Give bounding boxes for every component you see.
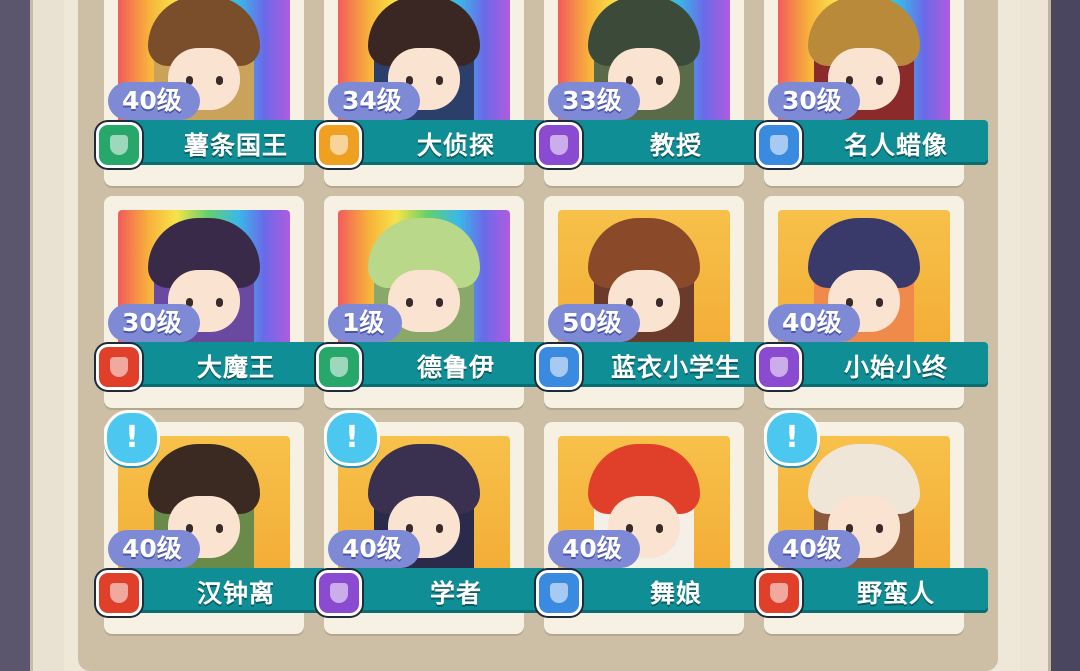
name-banner: 名人蜡像 <box>776 120 988 162</box>
exclamation-bubble-icon[interactable]: ! <box>324 410 380 466</box>
character-card[interactable]: 小始小终 40级 <box>756 196 988 408</box>
character-name: 大侦探 <box>416 131 495 160</box>
character-card[interactable]: 教授 33级 <box>536 0 768 186</box>
character-card[interactable]: 德鲁伊 1级 <box>316 196 548 408</box>
character-name: 野蛮人 <box>856 579 935 608</box>
badge-emblem <box>330 583 348 603</box>
name-banner: 大魔王 <box>116 342 328 384</box>
name-banner: 汉钟离 <box>116 568 328 610</box>
character-eye <box>656 76 663 85</box>
character-card[interactable]: ! 野蛮人 40级 <box>756 410 988 634</box>
level-pill: 30级 <box>108 304 200 342</box>
level-pill: 40级 <box>548 530 640 568</box>
character-eye <box>876 298 883 307</box>
character-eye <box>406 298 413 307</box>
character-card[interactable]: 蓝衣小学生 50级 <box>536 196 768 408</box>
rank-shield-icon <box>96 344 142 390</box>
character-card[interactable]: 薯条国王 40级 <box>96 0 328 186</box>
rank-shield-icon <box>756 570 802 616</box>
name-banner: 大侦探 <box>336 120 548 162</box>
rank-shield-icon <box>536 122 582 168</box>
character-eye <box>656 524 663 533</box>
character-card[interactable]: ! 汉钟离 40级 <box>96 410 328 634</box>
book-page-edge-right <box>1020 0 1051 671</box>
level-pill: 30级 <box>768 82 860 120</box>
rank-shield-icon <box>536 570 582 616</box>
character-card[interactable]: 大魔王 30级 <box>96 196 328 408</box>
badge-emblem <box>770 135 788 155</box>
name-banner: 德鲁伊 <box>336 342 548 384</box>
character-eye <box>656 298 663 307</box>
character-card[interactable]: 名人蜡像 30级 <box>756 0 988 186</box>
character-eye <box>876 76 883 85</box>
character-name: 名人蜡像 <box>843 131 948 160</box>
name-banner: 学者 <box>336 568 548 610</box>
character-name: 教授 <box>649 131 702 160</box>
character-name: 舞娘 <box>649 579 702 608</box>
badge-emblem <box>550 135 568 155</box>
badge-emblem <box>770 583 788 603</box>
badge-emblem <box>330 135 348 155</box>
character-eye <box>216 76 223 85</box>
character-name: 蓝衣小学生 <box>610 353 741 382</box>
exclamation-bubble-icon[interactable]: ! <box>104 410 160 466</box>
character-name: 德鲁伊 <box>416 353 495 382</box>
rank-shield-icon <box>96 122 142 168</box>
character-name: 小始小终 <box>843 353 948 382</box>
name-banner: 野蛮人 <box>776 568 988 610</box>
character-eye <box>436 524 443 533</box>
badge-emblem <box>110 357 128 377</box>
rank-shield-icon <box>316 344 362 390</box>
level-pill: 33级 <box>548 82 640 120</box>
rank-shield-icon <box>756 344 802 390</box>
badge-emblem <box>550 583 568 603</box>
character-card[interactable]: 舞娘 40级 <box>536 422 768 634</box>
name-banner: 蓝衣小学生 <box>556 342 768 384</box>
level-pill: 40级 <box>768 530 860 568</box>
rank-shield-icon <box>536 344 582 390</box>
level-pill: 50级 <box>548 304 640 342</box>
character-name: 薯条国王 <box>183 131 288 160</box>
rank-shield-icon <box>756 122 802 168</box>
character-eye <box>436 298 443 307</box>
character-eye <box>436 76 443 85</box>
character-name: 学者 <box>429 579 482 608</box>
character-eye <box>216 298 223 307</box>
badge-emblem <box>330 357 348 377</box>
character-card[interactable]: 大侦探 34级 <box>316 0 548 186</box>
badge-emblem <box>550 357 568 377</box>
level-pill: 1级 <box>328 304 403 342</box>
name-banner: 薯条国王 <box>116 120 328 162</box>
level-pill: 34级 <box>328 82 420 120</box>
badge-emblem <box>110 135 128 155</box>
badge-emblem <box>770 357 788 377</box>
character-name: 大魔王 <box>196 353 275 382</box>
rank-shield-icon <box>96 570 142 616</box>
badge-emblem <box>110 583 128 603</box>
exclamation-bubble-icon[interactable]: ! <box>764 410 820 466</box>
name-banner: 舞娘 <box>556 568 768 610</box>
level-pill: 40级 <box>768 304 860 342</box>
rank-shield-icon <box>316 122 362 168</box>
character-name: 汉钟离 <box>196 579 275 608</box>
name-banner: 小始小终 <box>776 342 988 384</box>
character-eye <box>876 524 883 533</box>
level-pill: 40级 <box>328 530 420 568</box>
character-eye <box>216 524 223 533</box>
level-pill: 40级 <box>108 530 200 568</box>
character-card[interactable]: ! 学者 40级 <box>316 410 548 634</box>
name-banner: 教授 <box>556 120 768 162</box>
rank-shield-icon <box>316 570 362 616</box>
level-pill: 40级 <box>108 82 200 120</box>
